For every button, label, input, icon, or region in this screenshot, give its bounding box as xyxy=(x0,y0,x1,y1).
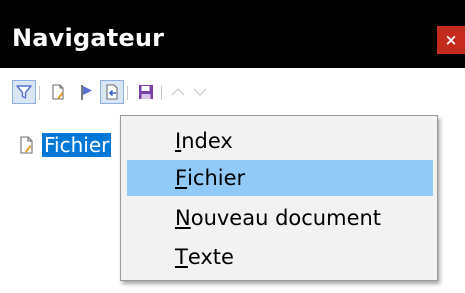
toolbar-separator xyxy=(161,86,162,100)
insert-icon xyxy=(106,84,118,100)
document-button[interactable] xyxy=(46,80,70,104)
tree-item[interactable]: Fichier xyxy=(18,132,112,158)
menu-item-index[interactable]: Index xyxy=(127,123,433,159)
filter-icon xyxy=(16,85,32,99)
menu-item-fichier[interactable]: Fichier xyxy=(127,160,433,196)
menu-item-texte[interactable]: Texte xyxy=(127,239,433,275)
tree-item-label: Fichier xyxy=(42,133,112,157)
move-up-button[interactable] xyxy=(166,80,190,104)
insert-mode-menu: Index Fichier Nouveau document Texte xyxy=(120,115,438,281)
close-button[interactable]: × xyxy=(437,26,465,54)
save-button[interactable] xyxy=(134,80,158,104)
save-icon xyxy=(139,85,153,99)
title-bar: Navigateur × xyxy=(0,0,465,68)
flag-button[interactable] xyxy=(74,80,98,104)
flag-icon xyxy=(81,85,92,100)
window-title: Navigateur xyxy=(12,24,165,52)
chevron-down-icon xyxy=(193,88,207,96)
insert-button[interactable] xyxy=(100,80,124,104)
chevron-up-icon xyxy=(171,88,185,96)
toolbar-separator xyxy=(39,86,40,100)
menu-item-nouveau-document[interactable]: Nouveau document xyxy=(127,200,433,236)
toolbar-separator xyxy=(127,86,128,100)
filter-button[interactable] xyxy=(12,80,36,104)
document-icon xyxy=(52,84,64,100)
document-icon xyxy=(20,136,33,154)
toolbar xyxy=(8,80,458,114)
move-down-button[interactable] xyxy=(188,80,212,104)
